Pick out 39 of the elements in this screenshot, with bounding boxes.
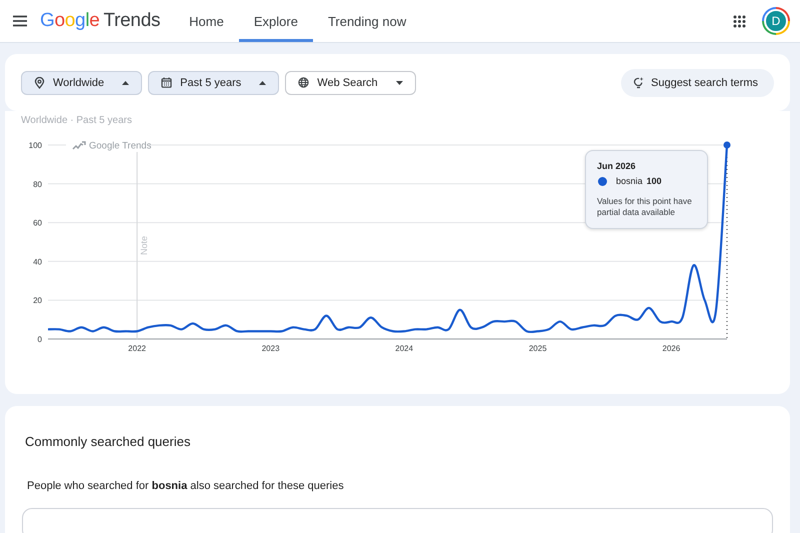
chart-brand-label: Google Trends bbox=[89, 140, 152, 152]
section-title: Commonly searched queries bbox=[25, 434, 192, 449]
nav-tab[interactable]: Trending now bbox=[312, 0, 422, 42]
suggest-terms-button[interactable]: Suggest search terms bbox=[621, 68, 774, 96]
menu-icon[interactable] bbox=[10, 13, 30, 29]
tooltip-message: Values for this point have partial data available bbox=[597, 196, 693, 218]
globe-icon bbox=[298, 77, 310, 88]
note-label: Note bbox=[139, 236, 150, 255]
nav-tab[interactable]: Explore bbox=[238, 0, 313, 42]
apps-grid-icon[interactable] bbox=[731, 12, 748, 30]
tooltip-date: Jun 2026 bbox=[597, 161, 637, 171]
caret-icon bbox=[396, 80, 403, 84]
location-pin-icon bbox=[34, 76, 45, 88]
trend-icon bbox=[72, 141, 86, 150]
y-axis-label: 80 bbox=[33, 180, 42, 189]
section-description: People who searched for bosnia also searched for these queries bbox=[27, 480, 345, 492]
caret-icon bbox=[122, 80, 130, 84]
tooltip-term: bosnia bbox=[616, 176, 643, 186]
chart-subtitle: Worldwide · Past 5 years bbox=[20, 114, 133, 128]
x-axis-label: 2025 bbox=[528, 344, 547, 353]
filter-chip[interactable]: Web Search bbox=[285, 70, 416, 94]
filter-chip[interactable]: Worldwide bbox=[21, 70, 142, 94]
y-axis-label: 100 bbox=[28, 141, 42, 150]
y-axis-label: 40 bbox=[33, 257, 42, 266]
calendar-icon bbox=[161, 77, 172, 88]
app-logo[interactable]: Google Trends bbox=[40, 10, 160, 32]
y-axis-label: 0 bbox=[38, 335, 42, 344]
y-axis-label: 20 bbox=[33, 296, 42, 306]
x-axis-label: 2023 bbox=[262, 344, 280, 353]
lightbulb-sparkle-icon bbox=[633, 76, 644, 88]
x-axis-label: 2026 bbox=[662, 344, 680, 353]
x-axis-label: 2022 bbox=[128, 344, 146, 353]
caret-icon bbox=[259, 80, 266, 84]
nav-tab[interactable]: Home bbox=[174, 0, 239, 42]
y-axis-label: 60 bbox=[33, 218, 42, 228]
tooltip-value: 100 bbox=[646, 176, 662, 186]
filter-chip[interactable]: Past 5 years bbox=[148, 70, 280, 94]
x-axis-label: 2024 bbox=[395, 344, 414, 353]
account-avatar[interactable]: D bbox=[764, 9, 788, 33]
